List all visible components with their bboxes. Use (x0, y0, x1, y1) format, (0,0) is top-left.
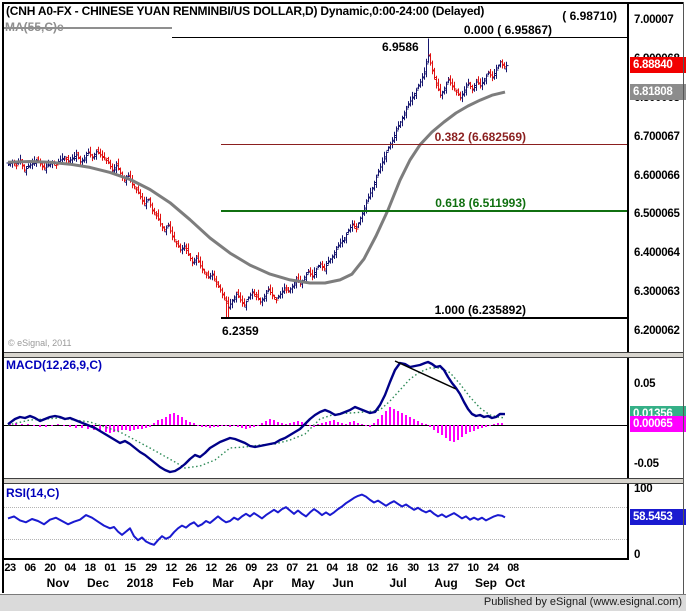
date-tick-label: 23 (266, 562, 278, 574)
date-tick-label: 21 (306, 562, 318, 574)
chart-window: (CNH A0-FX - CHINESE YUAN RENMINBI/US DO… (0, 0, 686, 611)
date-tick-label: 04 (64, 562, 76, 574)
price-axis-label: 6.400064 (634, 247, 680, 260)
date-tick-label: 06 (24, 562, 36, 574)
date-tick-label: 12 (205, 562, 217, 574)
month-label: 2018 (126, 576, 154, 590)
chart-canvas[interactable] (0, 0, 686, 611)
fib-retracement-label: 1.000 (6.235892) (434, 302, 526, 317)
ma-value-box: 6.81808 (630, 84, 686, 101)
date-tick-label: 13 (427, 562, 439, 574)
low-price-annotation: 6.2359 (222, 324, 259, 338)
month-label: Jul (389, 576, 407, 590)
fib-retracement-line[interactable] (172, 36, 627, 39)
window-border-left (2, 2, 4, 593)
price-axis-label: 6.300063 (634, 286, 680, 299)
macd-signal-value-box: 0.00065 (630, 416, 686, 433)
macd-axis-label: 0.05 (634, 378, 656, 390)
fib-retracement-line[interactable] (221, 317, 627, 319)
month-label: Feb (172, 576, 194, 590)
rsi-panel-splitter[interactable] (2, 478, 684, 484)
publisher-credit: Published by eSignal (www.esignal.com) (483, 596, 682, 608)
fib-retracement-label: 0.382 (6.682569) (434, 129, 526, 144)
rsi-gridline-70 (3, 507, 627, 508)
date-tick-label: 04 (326, 562, 338, 574)
rsi-axis-label: 0 (634, 549, 641, 561)
macd-indicator-label[interactable]: MACD(12,26,9,C) (6, 358, 102, 372)
rsi-gridline-30 (3, 539, 627, 540)
high-price-annotation: 6.9586 (382, 40, 419, 54)
fib-retracement-label: 0.618 (6.511993) (435, 195, 526, 210)
date-tick-label: 16 (386, 562, 398, 574)
esignal-watermark: © eSignal, 2011 (8, 338, 72, 348)
month-label: Apr (252, 576, 274, 590)
month-label: Aug (434, 576, 458, 590)
price-axis-label: 6.600066 (634, 169, 680, 182)
month-label: Oct (504, 576, 526, 590)
date-tick-label: 15 (124, 562, 136, 574)
date-tick-label: 23 (4, 562, 16, 574)
window-border-right (683, 2, 684, 594)
dynamic-price-readout: ( 6.98710) (562, 9, 617, 23)
macd-axis-label: -0.05 (634, 458, 659, 470)
month-label: May (291, 576, 315, 590)
date-tick-label: 09 (245, 562, 257, 574)
month-label: Jun (332, 576, 354, 590)
month-label: Nov (46, 576, 70, 590)
rsi-panel-bottom-border (2, 558, 629, 560)
date-tick-label: 24 (487, 562, 499, 574)
price-axis-label: 6.700067 (634, 130, 680, 143)
date-tick-label: 26 (225, 562, 237, 574)
date-tick-label: 08 (507, 562, 519, 574)
rsi-indicator-label[interactable]: RSI(14,C) (6, 486, 59, 500)
fib-retracement-line[interactable] (221, 143, 627, 146)
month-label: Mar (212, 576, 234, 590)
date-tick-label: 02 (366, 562, 378, 574)
price-axis-line (627, 2, 629, 559)
date-tick-label: 30 (407, 562, 419, 574)
date-tick-label: 27 (447, 562, 459, 574)
macd-zero-line (3, 425, 628, 426)
price-axis-label: 6.500065 (634, 208, 680, 221)
ma-indicator-label[interactable]: MA(55,C)e (5, 20, 64, 34)
window-border-top (2, 2, 684, 4)
month-label: Dec (86, 576, 110, 590)
rsi-value-box: 58.5453 (630, 509, 686, 526)
fib-retracement-label: 0.000 ( 6.95867) (463, 22, 552, 37)
date-tick-label: 18 (346, 562, 358, 574)
date-tick-label: 18 (84, 562, 96, 574)
date-tick-label: 29 (145, 562, 157, 574)
rsi-axis-label: 100 (634, 483, 653, 495)
date-tick-label: 01 (104, 562, 116, 574)
price-axis-label: 6.200062 (634, 324, 680, 337)
fib-retracement-line[interactable] (221, 210, 627, 212)
date-tick-label: 12 (165, 562, 177, 574)
date-tick-label: 07 (286, 562, 298, 574)
macd-panel-splitter[interactable] (2, 352, 684, 358)
month-label: Sep (474, 576, 498, 590)
price-axis-label: 7.00007 (634, 14, 674, 27)
date-tick-label: 10 (467, 562, 479, 574)
date-tick-label: 20 (44, 562, 56, 574)
last-price-box: 6.88840 (630, 56, 686, 73)
chart-title: (CNH A0-FX - CHINESE YUAN RENMINBI/US DO… (6, 4, 485, 18)
date-tick-label: 26 (185, 562, 197, 574)
